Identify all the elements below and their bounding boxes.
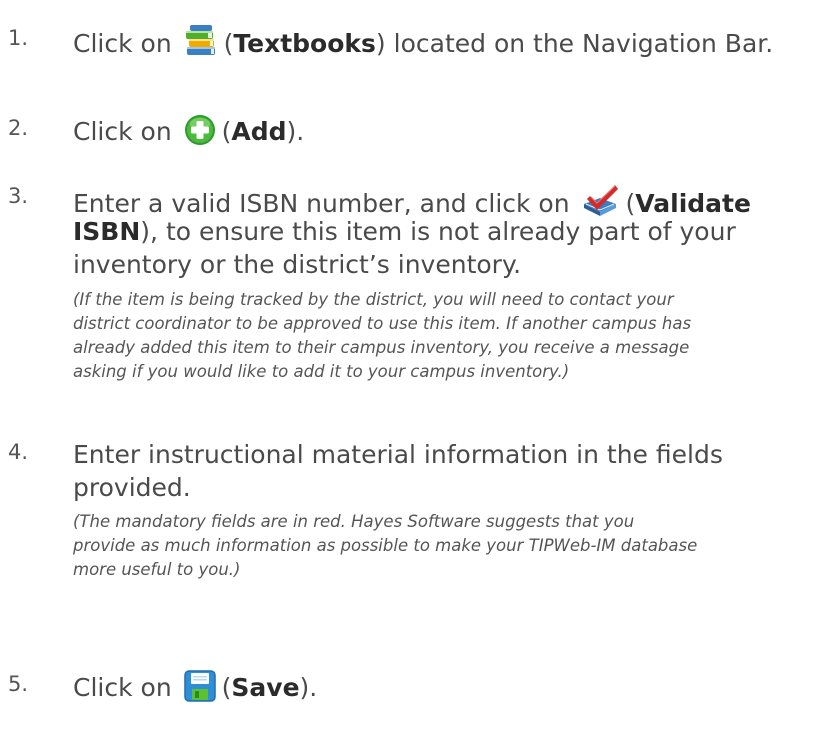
step-note: (The mandatory fields are in red. Hayes … bbox=[73, 512, 698, 579]
step-number: 1. bbox=[8, 26, 29, 50]
step-number: 4. bbox=[8, 440, 29, 464]
step-text-line-2: provided. bbox=[73, 473, 191, 502]
step-text: Click on (Textbooks) located on the Navi… bbox=[73, 24, 773, 66]
add-label: Add bbox=[231, 117, 287, 146]
step-note: (If the item is being tracked by the dis… bbox=[73, 290, 692, 381]
validate-isbn-label-cont: ISBN bbox=[73, 217, 141, 246]
step-text-line-2: ISBN), to ensure this item is not alread… bbox=[73, 217, 736, 246]
add-icon bbox=[184, 114, 216, 154]
step-number: 5. bbox=[8, 672, 29, 696]
step-text-line-1: Enter instructional material information… bbox=[73, 440, 723, 469]
step-number: 2. bbox=[8, 116, 29, 140]
textbooks-icon bbox=[184, 24, 218, 66]
save-label: Save bbox=[231, 673, 300, 702]
step-text-line-3: inventory or the district’s inventory. bbox=[73, 250, 522, 279]
step-text: Click on (Add). bbox=[73, 114, 304, 154]
validate-isbn-label: Validate bbox=[635, 189, 751, 218]
textbooks-label: Textbooks bbox=[233, 29, 376, 58]
save-icon bbox=[183, 670, 216, 710]
step-number: 3. bbox=[8, 184, 29, 208]
step-text: Click on (Save). bbox=[73, 670, 317, 710]
